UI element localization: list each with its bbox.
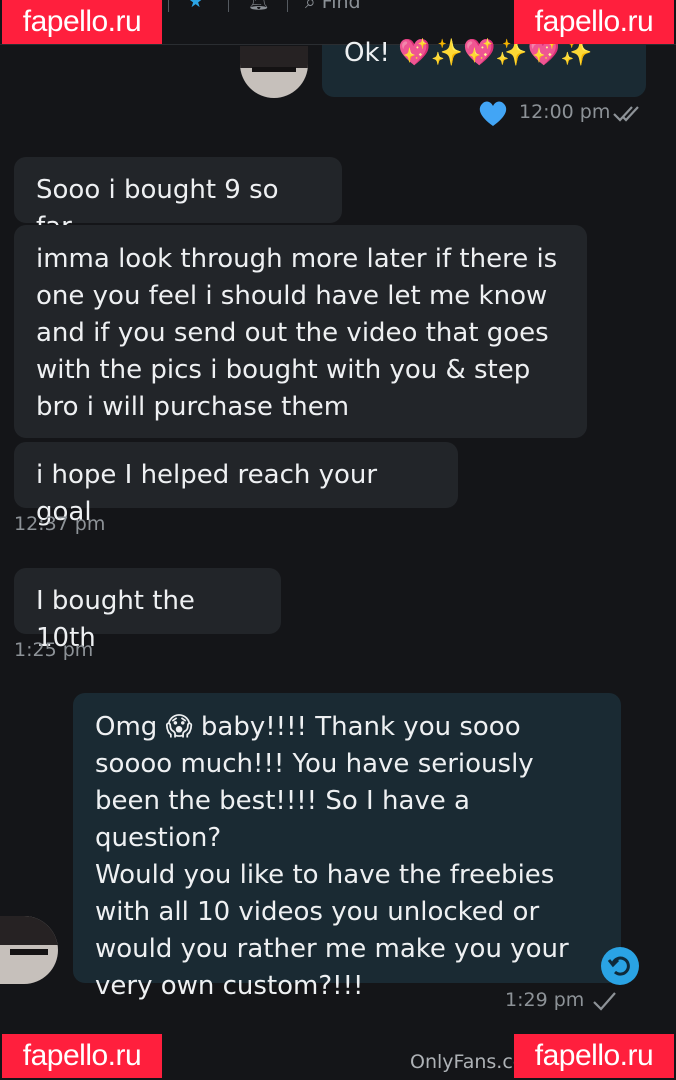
avatar[interactable] (240, 46, 308, 98)
message-time: 12:00 pm (519, 101, 611, 123)
watermark: fapello.ru (2, 1034, 162, 1078)
message-line: with the pics i bought with you & step (36, 355, 531, 385)
avatar[interactable] (0, 916, 58, 984)
message-time: 12:37 pm (14, 513, 106, 535)
search-icon: ⌕ (305, 0, 316, 13)
toolbar-divider (228, 0, 229, 12)
message-bubble-incoming[interactable]: Sooo i bought 9 so far (14, 157, 342, 242)
reply-icon (607, 956, 630, 976)
reply-button[interactable] (601, 947, 639, 985)
message-line: bro i will purchase them (36, 392, 350, 422)
double-check-icon (613, 106, 639, 122)
watermark: fapello.ru (2, 0, 162, 44)
message-bubble-outgoing[interactable]: Omg 😱 baby!!!! Thank you sooo soooo much… (73, 693, 621, 1001)
message-line: Omg 😱 baby!!!! Thank you sooo (95, 712, 521, 742)
message-line: and if you send out the video that goes (36, 318, 549, 348)
toolbar-divider (287, 0, 288, 12)
message-bubble-incoming[interactable]: i hope I helped reach your goal (14, 442, 458, 527)
message-bubble-incoming[interactable]: imma look through more later if there is… (14, 225, 587, 438)
message-line: been the best!!!! So I have a question? (95, 786, 470, 853)
message-time: 1:25 pm (14, 639, 94, 661)
watermark: fapello.ru (514, 1034, 674, 1078)
heart-icon[interactable] (477, 98, 509, 128)
message-line: imma look through more later if there is (36, 244, 558, 274)
message-line: one you feel i should have let me know (36, 281, 548, 311)
find-button[interactable]: ⌕ Find (305, 0, 361, 13)
toolbar-divider (168, 0, 169, 12)
watermark: fapello.ru (514, 0, 674, 44)
check-icon (593, 992, 616, 1011)
message-line: soooo much!!! You have seriously (95, 749, 534, 779)
message-bubble-outgoing[interactable]: Ok! 💖✨💖✨💖✨ (322, 38, 646, 97)
find-label: Find (321, 0, 361, 13)
message-time: 1:29 pm (505, 989, 585, 1011)
star-icon[interactable]: ★ (188, 0, 203, 11)
message-bubble-incoming[interactable]: I bought the 10th (14, 568, 281, 653)
message-line: Would you like to have the freebies (95, 860, 555, 890)
message-line: would you rather me make you your (95, 934, 569, 964)
message-line: with all 10 videos you unlocked or (95, 897, 540, 927)
bell-icon[interactable]: 🔔︎ (248, 0, 270, 11)
